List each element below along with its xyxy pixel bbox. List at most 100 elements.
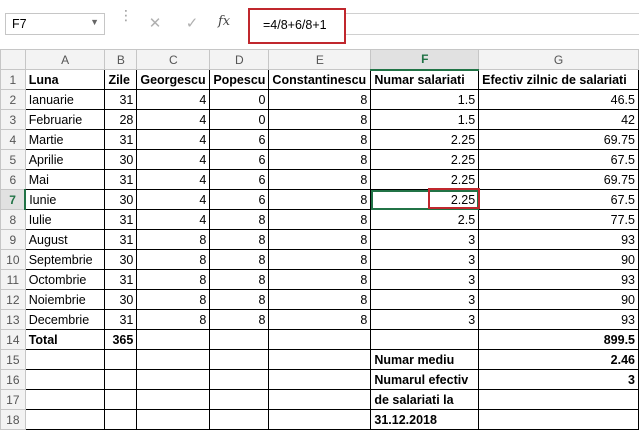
cell-d9[interactable]: 8 bbox=[209, 229, 270, 250]
cell-b3[interactable]: 28 bbox=[104, 109, 138, 130]
cell-c10[interactable]: 8 bbox=[136, 249, 211, 270]
cell-b4[interactable]: 31 bbox=[104, 129, 138, 150]
cell-e16[interactable] bbox=[268, 369, 372, 390]
cell-g7[interactable]: 67.5 bbox=[478, 189, 639, 210]
cell-g5[interactable]: 67.5 bbox=[478, 149, 639, 170]
column-header-g[interactable]: G bbox=[478, 49, 639, 70]
cell-d16[interactable] bbox=[209, 369, 270, 390]
cell-d4[interactable]: 6 bbox=[209, 129, 270, 150]
cell-e18[interactable] bbox=[268, 409, 372, 430]
cell-g9[interactable]: 93 bbox=[478, 229, 639, 250]
cell-f5[interactable]: 2.25 bbox=[370, 149, 480, 170]
column-header-f[interactable]: F bbox=[370, 49, 480, 71]
cell-f6[interactable]: 2.25 bbox=[370, 169, 480, 190]
row-header[interactable]: 3 bbox=[0, 109, 26, 130]
enter-icon[interactable]: ✓ bbox=[180, 13, 204, 35]
formula-input-area[interactable] bbox=[346, 13, 639, 35]
cell-b11[interactable]: 31 bbox=[104, 269, 138, 290]
cell-a4[interactable]: Martie bbox=[24, 129, 106, 150]
cell-c12[interactable]: 8 bbox=[136, 289, 211, 310]
cell-d17[interactable] bbox=[209, 389, 270, 410]
cell-b15[interactable] bbox=[104, 349, 138, 370]
cell-d14[interactable] bbox=[209, 329, 270, 350]
cell-g12[interactable]: 90 bbox=[478, 289, 639, 310]
cell-f2[interactable]: 1.5 bbox=[370, 89, 480, 110]
insert-function-icon[interactable]: fx bbox=[218, 14, 230, 29]
cell-d8[interactable]: 8 bbox=[209, 209, 270, 230]
cell-a5[interactable]: Aprilie bbox=[24, 149, 106, 170]
cell-b1[interactable]: Zile bbox=[104, 69, 138, 90]
cell-e11[interactable]: 8 bbox=[268, 269, 372, 290]
row-header[interactable]: 6 bbox=[0, 169, 26, 190]
cell-g11[interactable]: 93 bbox=[478, 269, 639, 290]
cell-a2[interactable]: Ianuarie bbox=[24, 89, 106, 110]
cell-c13[interactable]: 8 bbox=[136, 309, 211, 330]
cell-c7[interactable]: 4 bbox=[136, 189, 211, 210]
cell-c14[interactable] bbox=[136, 329, 211, 350]
cell-d10[interactable]: 8 bbox=[209, 249, 270, 270]
cell-a17[interactable] bbox=[24, 389, 106, 410]
cell-e2[interactable]: 8 bbox=[268, 89, 372, 110]
row-header[interactable]: 14 bbox=[0, 329, 26, 350]
drag-handle-icon[interactable]: ⋮ bbox=[119, 8, 133, 22]
cell-g15[interactable]: 2.46 bbox=[478, 349, 639, 370]
cell-c15[interactable] bbox=[136, 349, 211, 370]
row-header[interactable]: 16 bbox=[0, 369, 26, 390]
row-header[interactable]: 15 bbox=[0, 349, 26, 370]
cell-a3[interactable]: Februarie bbox=[24, 109, 106, 130]
cell-g10[interactable]: 90 bbox=[478, 249, 639, 270]
cell-d12[interactable]: 8 bbox=[209, 289, 270, 310]
cell-b2[interactable]: 31 bbox=[104, 89, 138, 110]
chevron-down-icon[interactable]: ▼ bbox=[90, 17, 99, 27]
cell-c1[interactable]: Georgescu bbox=[136, 69, 211, 90]
cell-e8[interactable]: 8 bbox=[268, 209, 372, 230]
cell-c3[interactable]: 4 bbox=[136, 109, 211, 130]
row-header[interactable]: 7 bbox=[0, 189, 27, 210]
row-header[interactable]: 10 bbox=[0, 249, 26, 270]
cell-g3[interactable]: 42 bbox=[478, 109, 639, 130]
cell-e10[interactable]: 8 bbox=[268, 249, 372, 270]
row-header[interactable]: 9 bbox=[0, 229, 26, 250]
cell-f18[interactable]: 31.12.2018 bbox=[370, 409, 480, 430]
cell-c8[interactable]: 4 bbox=[136, 209, 211, 230]
cell-g6[interactable]: 69.75 bbox=[478, 169, 639, 190]
cell-d5[interactable]: 6 bbox=[209, 149, 270, 170]
formula-input[interactable]: =4/8+6/8+1 bbox=[263, 18, 327, 32]
cell-c11[interactable]: 8 bbox=[136, 269, 211, 290]
cell-d11[interactable]: 8 bbox=[209, 269, 270, 290]
cell-b13[interactable]: 31 bbox=[104, 309, 138, 330]
cell-g1[interactable]: Efectiv zilnic de salariati bbox=[478, 69, 639, 90]
cell-e1[interactable]: Constantinescu bbox=[268, 69, 372, 90]
cell-e12[interactable]: 8 bbox=[268, 289, 372, 310]
cell-e17[interactable] bbox=[268, 389, 372, 410]
column-header-a[interactable]: A bbox=[24, 49, 106, 70]
row-header[interactable]: 8 bbox=[0, 209, 26, 230]
column-header-d[interactable]: D bbox=[209, 49, 270, 70]
cell-e4[interactable]: 8 bbox=[268, 129, 372, 150]
cell-f11[interactable]: 3 bbox=[370, 269, 480, 290]
column-header-c[interactable]: C bbox=[136, 49, 211, 70]
name-box[interactable]: F7 ▼ bbox=[5, 13, 105, 35]
cell-a11[interactable]: Octombrie bbox=[24, 269, 106, 290]
cell-f3[interactable]: 1.5 bbox=[370, 109, 480, 130]
cell-d18[interactable] bbox=[209, 409, 270, 430]
cell-c2[interactable]: 4 bbox=[136, 89, 211, 110]
cell-f15[interactable]: Numar mediu bbox=[370, 349, 480, 370]
cell-c16[interactable] bbox=[136, 369, 211, 390]
cell-d15[interactable] bbox=[209, 349, 270, 370]
column-header-e[interactable]: E bbox=[268, 49, 372, 70]
cell-f16[interactable]: Numarul efectiv bbox=[370, 369, 480, 390]
cell-c5[interactable]: 4 bbox=[136, 149, 211, 170]
cell-c9[interactable]: 8 bbox=[136, 229, 211, 250]
cell-f10[interactable]: 3 bbox=[370, 249, 480, 270]
cell-a9[interactable]: August bbox=[24, 229, 106, 250]
cell-b18[interactable] bbox=[104, 409, 138, 430]
cell-f17[interactable]: de salariati la bbox=[370, 389, 480, 410]
cell-e14[interactable] bbox=[268, 329, 372, 350]
cell-d6[interactable]: 6 bbox=[209, 169, 270, 190]
cell-d13[interactable]: 8 bbox=[209, 309, 270, 330]
cell-a15[interactable] bbox=[24, 349, 106, 370]
cell-c4[interactable]: 4 bbox=[136, 129, 211, 150]
row-header[interactable]: 5 bbox=[0, 149, 26, 170]
cell-e6[interactable]: 8 bbox=[268, 169, 372, 190]
